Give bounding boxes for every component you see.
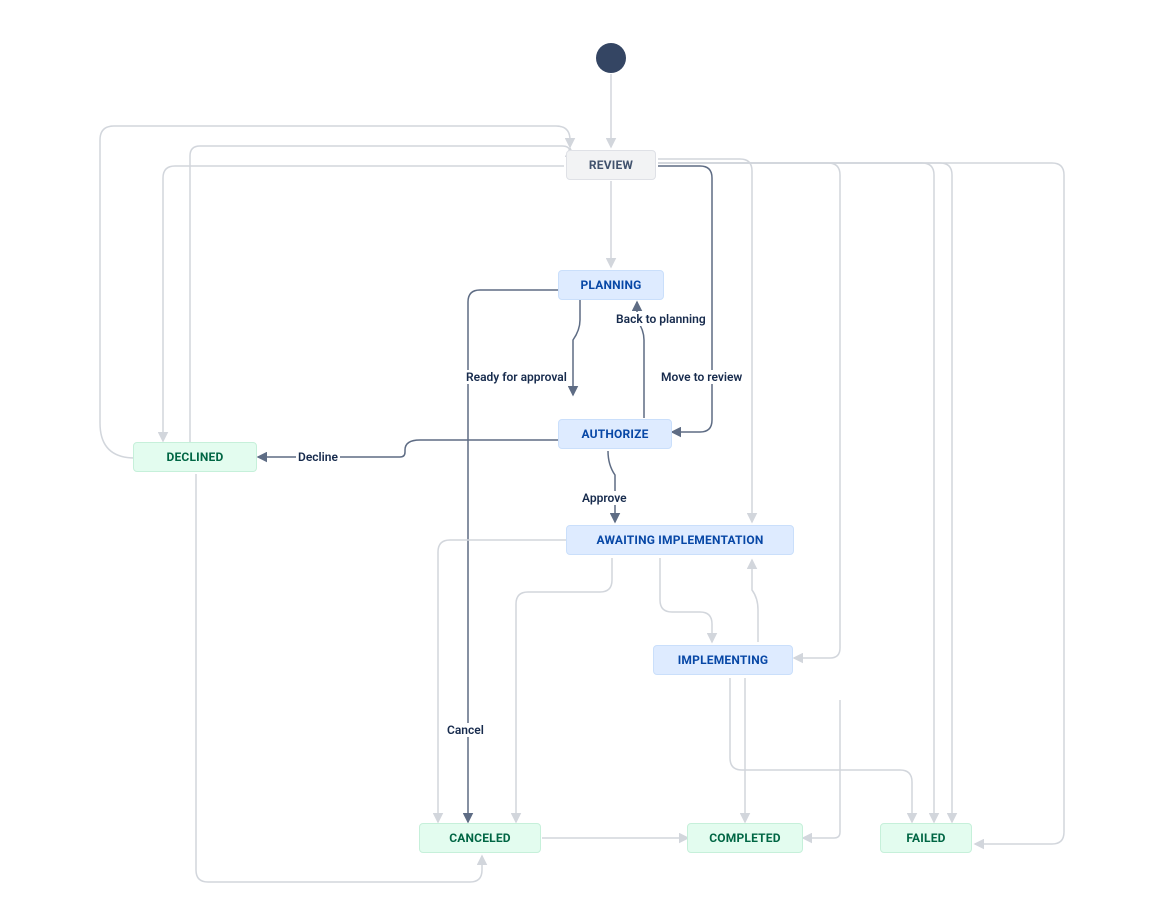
state-label: PLANNING [580, 278, 641, 292]
edge-label-cancel: Cancel [445, 723, 486, 737]
state-planning[interactable]: PLANNING [558, 270, 664, 300]
state-implementing[interactable]: IMPLEMENTING [653, 645, 793, 675]
state-failed[interactable]: FAILED [880, 823, 972, 853]
state-label: IMPLEMENTING [678, 653, 769, 667]
edge-label-ready-for-approval: Ready for approval [464, 370, 569, 384]
state-label: DECLINED [166, 450, 223, 464]
state-label: AWAITING IMPLEMENTATION [597, 533, 764, 547]
state-label: COMPLETED [709, 831, 781, 845]
edge-label-back-to-planning: Back to planning [614, 312, 708, 326]
state-label: CANCELED [449, 831, 511, 845]
state-authorize[interactable]: AUTHORIZE [558, 419, 672, 449]
state-completed[interactable]: COMPLETED [687, 823, 803, 853]
state-canceled[interactable]: CANCELED [419, 823, 541, 853]
edge-label-move-to-review: Move to review [659, 370, 744, 384]
edge-label-approve: Approve [580, 491, 629, 505]
state-awaiting-implementation[interactable]: AWAITING IMPLEMENTATION [566, 525, 794, 555]
edge-label-decline: Decline [296, 450, 340, 464]
state-review[interactable]: REVIEW [566, 150, 656, 180]
state-label: FAILED [906, 831, 945, 845]
state-label: AUTHORIZE [581, 427, 648, 441]
state-declined[interactable]: DECLINED [133, 442, 257, 472]
start-node [596, 43, 626, 73]
state-label: REVIEW [589, 158, 633, 172]
